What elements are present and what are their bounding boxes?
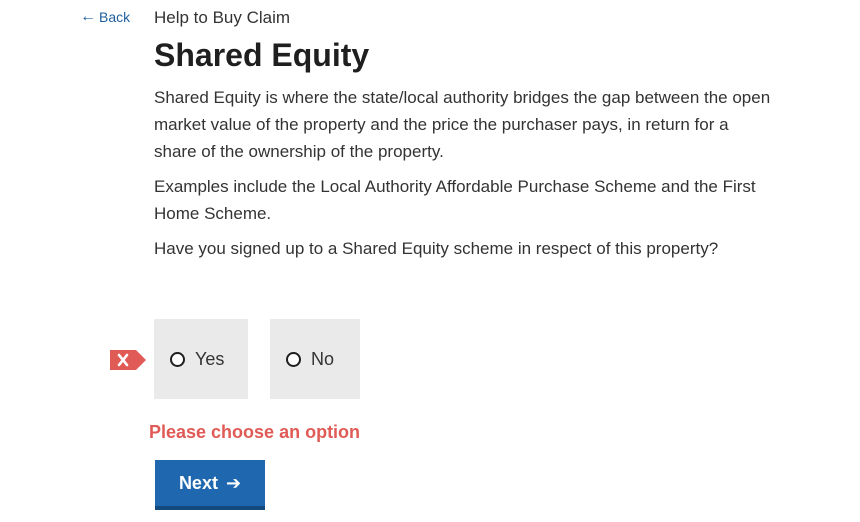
section-label: Help to Buy Claim [154, 8, 291, 27]
radio-group: Yes No [154, 319, 360, 399]
next-button[interactable]: Next ➔ [155, 460, 265, 510]
description-paragraph: Shared Equity is where the state/local a… [154, 88, 771, 161]
radio-yes[interactable] [170, 351, 185, 367]
page: ← Back Help to Buy Claim Shared Equity S… [0, 0, 860, 522]
arrow-left-icon: ← [80, 8, 96, 25]
main-content: Help to Buy Claim Shared Equity Shared E… [154, 6, 774, 270]
option-yes-label: Yes [195, 348, 225, 369]
radio-no[interactable] [286, 351, 301, 367]
option-yes[interactable]: Yes [154, 319, 248, 399]
option-no-label: No [311, 348, 335, 369]
option-no[interactable]: No [270, 319, 360, 399]
page-title: Shared Equity [154, 37, 370, 73]
examples-paragraph: Examples include the Local Authority Aff… [154, 177, 756, 223]
arrow-right-icon: ➔ [225, 473, 242, 493]
back-link-label: Back [99, 9, 131, 25]
error-x-icon [110, 350, 146, 370]
question-text: Have you signed up to a Shared Equity sc… [154, 239, 719, 258]
back-link[interactable]: ← Back [80, 8, 131, 26]
error-message: Please choose an option [149, 422, 361, 442]
next-button-label: Next [178, 472, 218, 493]
